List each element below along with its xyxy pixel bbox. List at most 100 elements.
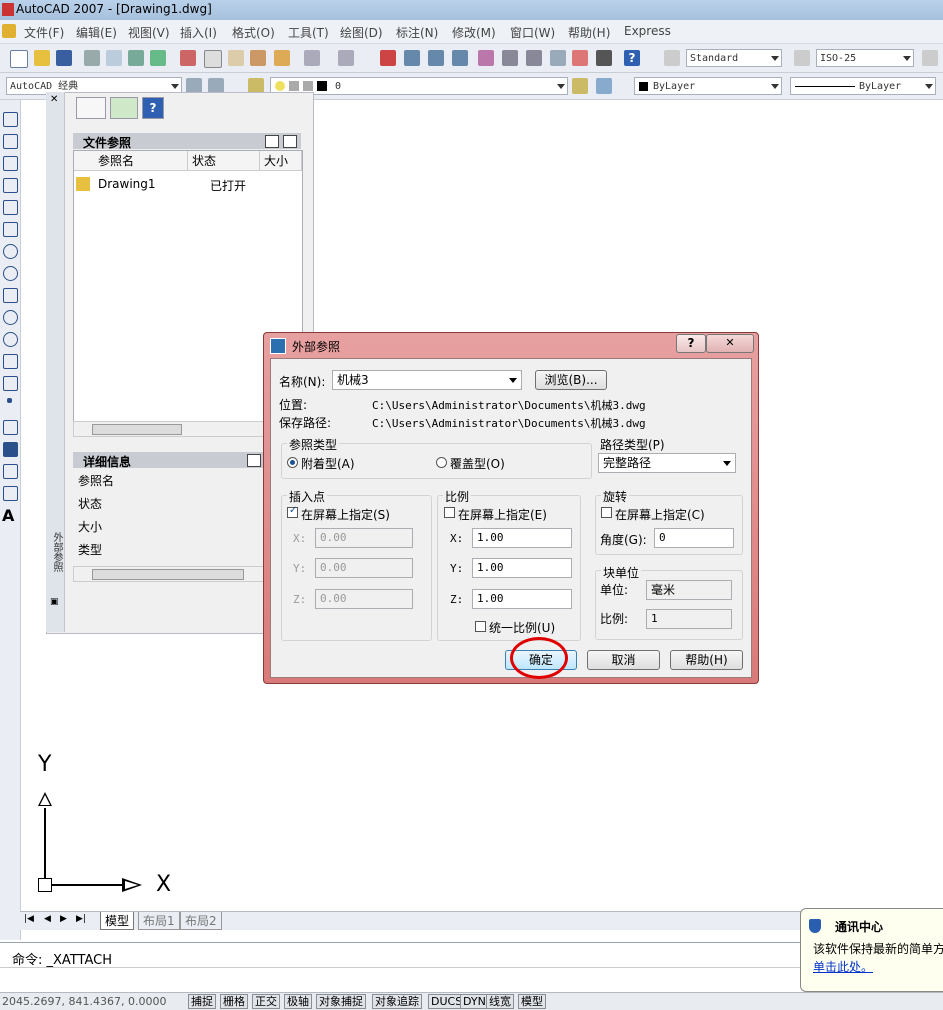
list-view-icon[interactable]	[265, 135, 279, 148]
tree-view-icon[interactable]	[283, 135, 297, 148]
overlay-radio[interactable]	[436, 457, 447, 468]
first-tab-icon[interactable]: |◀	[24, 914, 34, 924]
menu-draw[interactable]: 绘图(D)	[340, 24, 383, 41]
make-current-icon[interactable]	[572, 78, 588, 94]
insert-block-icon[interactable]	[3, 354, 18, 369]
menu-file[interactable]: 文件(F)	[24, 24, 64, 41]
make-block-icon[interactable]	[3, 376, 18, 391]
match-properties-icon[interactable]	[250, 50, 266, 66]
dyn-toggle[interactable]: DYN	[460, 994, 489, 1009]
scale-y-field[interactable]: 1.00	[472, 558, 572, 578]
help-icon[interactable]: ?	[624, 50, 640, 66]
communication-center-bubble[interactable]: 通讯中心 该软件保持最新的简单方 单击此处。	[800, 908, 943, 992]
uniform-scale-checkbox[interactable]	[475, 621, 486, 632]
palette-help-icon[interactable]: ?	[142, 97, 164, 119]
dialog-close-button[interactable]: ✕	[706, 334, 754, 353]
preview-icon[interactable]	[106, 50, 122, 66]
zoom-window-icon[interactable]	[428, 50, 444, 66]
hatch-icon[interactable]	[3, 420, 18, 435]
layer-previous-icon[interactable]	[596, 78, 612, 94]
insert-y-field[interactable]: 0.00	[315, 558, 413, 578]
scale-x-field[interactable]: 1.00	[472, 528, 572, 548]
tool-palettes-icon[interactable]	[526, 50, 542, 66]
grid-toggle[interactable]: 栅格	[220, 994, 248, 1009]
table-style-icon[interactable]	[922, 50, 938, 66]
ellipse-arc-icon[interactable]	[3, 332, 18, 347]
details-scrollbar[interactable]	[73, 566, 265, 582]
dim-style-icon[interactable]	[794, 50, 810, 66]
lineweight-toggle[interactable]: 线宽	[486, 994, 514, 1009]
name-select[interactable]: 机械3	[332, 370, 522, 390]
menu-dimension[interactable]: 标注(N)	[396, 24, 438, 41]
ortho-toggle[interactable]: 正交	[252, 994, 280, 1009]
markup-icon[interactable]	[572, 50, 588, 66]
tab-layout2[interactable]: 布局2	[180, 912, 222, 930]
doc-icon[interactable]	[2, 24, 16, 38]
construction-line-icon[interactable]	[3, 134, 18, 149]
open-icon[interactable]	[34, 50, 50, 66]
plot-icon[interactable]	[150, 50, 166, 66]
menu-edit[interactable]: 编辑(E)	[76, 24, 117, 41]
snap-toggle[interactable]: 捕捉	[188, 994, 216, 1009]
redo-icon[interactable]	[338, 50, 354, 66]
palette-properties-icon[interactable]: ▣	[50, 597, 59, 607]
menu-window[interactable]: 窗口(W)	[510, 24, 555, 41]
column-header-name[interactable]: 参照名	[74, 151, 188, 171]
menu-modify[interactable]: 修改(M)	[452, 24, 496, 41]
zoom-previous-icon[interactable]	[452, 50, 468, 66]
refresh-icon[interactable]	[110, 97, 138, 119]
print-icon[interactable]	[84, 50, 100, 66]
rectangle-icon[interactable]	[3, 200, 18, 215]
insert-x-field[interactable]: 0.00	[315, 528, 413, 548]
polygon-icon[interactable]	[3, 178, 18, 193]
otrack-toggle[interactable]: 对象追踪	[372, 994, 422, 1009]
multiline-text-icon[interactable]: A	[2, 506, 14, 525]
new-icon[interactable]	[10, 50, 28, 68]
gradient-icon[interactable]	[3, 442, 18, 457]
browse-button[interactable]: 浏览(B)...	[535, 370, 607, 390]
line-icon[interactable]	[3, 112, 18, 127]
table-icon[interactable]	[3, 486, 18, 501]
insert-z-field[interactable]: 0.00	[315, 589, 413, 609]
ellipse-icon[interactable]	[3, 310, 18, 325]
next-tab-icon[interactable]: ▶	[60, 914, 67, 924]
menu-view[interactable]: 视图(V)	[128, 24, 170, 41]
save-icon[interactable]	[56, 50, 72, 66]
details-view-icon[interactable]	[247, 454, 261, 467]
text-style-icon[interactable]	[664, 50, 680, 66]
calculator-icon[interactable]	[596, 50, 612, 66]
attach-dwg-icon[interactable]	[76, 97, 106, 119]
polar-toggle[interactable]: 极轴	[284, 994, 312, 1009]
column-header-size[interactable]: 大小	[260, 151, 302, 171]
dim-style-select[interactable]: ISO-25	[816, 49, 914, 67]
paste-icon[interactable]	[228, 50, 244, 66]
text-style-select[interactable]: Standard	[686, 49, 782, 67]
pan-icon[interactable]	[380, 50, 396, 66]
attach-radio[interactable]	[287, 457, 298, 468]
properties-icon[interactable]	[478, 50, 494, 66]
column-header-status[interactable]: 状态	[188, 151, 260, 171]
menu-format[interactable]: 格式(O)	[232, 24, 275, 41]
palette-close-icon[interactable]: ✕	[50, 94, 58, 105]
publish-icon[interactable]	[128, 50, 144, 66]
menu-tools[interactable]: 工具(T)	[288, 24, 329, 41]
scale-on-screen-checkbox[interactable]	[444, 507, 455, 518]
rotation-on-screen-checkbox[interactable]	[601, 507, 612, 518]
circle-icon[interactable]	[3, 244, 18, 259]
layer-select[interactable]: 0	[270, 77, 568, 95]
scroll-thumb[interactable]	[92, 424, 182, 435]
copy-icon[interactable]	[204, 50, 222, 68]
point-icon[interactable]	[7, 398, 12, 403]
menu-help[interactable]: 帮助(H)	[568, 24, 610, 41]
palette-side-strip[interactable]: ✕ 外部参照 ▣	[46, 92, 65, 632]
model-toggle[interactable]: 模型	[518, 994, 546, 1009]
spline-icon[interactable]	[3, 288, 18, 303]
cut-icon[interactable]	[180, 50, 196, 66]
insertion-on-screen-checkbox[interactable]: ✓	[287, 505, 298, 518]
help-button[interactable]: 帮助(H)	[670, 650, 743, 670]
revision-cloud-icon[interactable]	[3, 266, 18, 281]
tab-model[interactable]: 模型	[100, 912, 135, 930]
angle-field[interactable]: 0	[654, 528, 734, 548]
last-tab-icon[interactable]: ▶|	[76, 914, 86, 924]
linetype-select[interactable]: ByLayer	[790, 77, 936, 95]
